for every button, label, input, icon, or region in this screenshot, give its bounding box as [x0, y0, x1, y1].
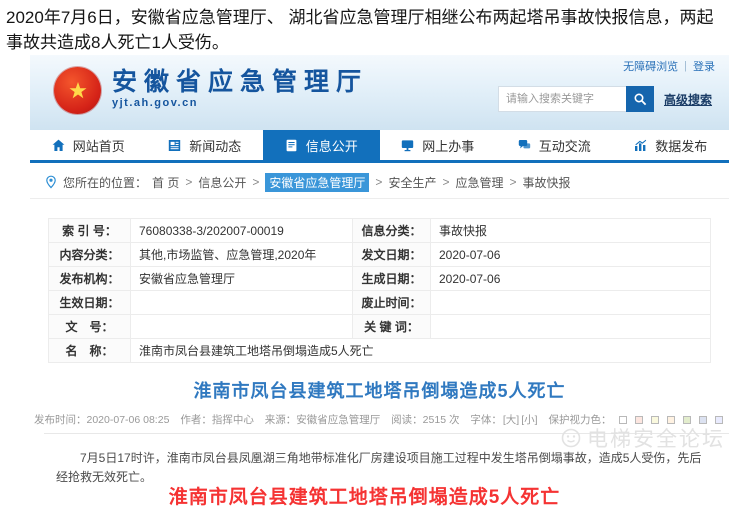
breadcrumb-info[interactable]: 信息公开 [198, 174, 246, 191]
nav-label: 数据发布 [655, 136, 707, 155]
search-icon [633, 92, 648, 107]
field-label: 生成日期： [353, 267, 431, 291]
info-doc-icon [285, 139, 298, 152]
nav-item-info-disclosure[interactable]: 信息公开 [263, 130, 380, 160]
nav-item-news[interactable]: 新闻动态 [147, 130, 264, 160]
red-caption: 淮南市凤台县建筑工地塔吊倒塌造成5人死亡 [0, 482, 729, 509]
field-label: 文 号： [49, 315, 131, 339]
site-header: 无障碍浏览 | 登录 安徽省应急管理厅 yjt.ah.gov.cn [30, 55, 729, 130]
field-label: 索 引 号： [49, 219, 131, 243]
chat-icon [518, 139, 531, 152]
nav-item-online-services[interactable]: 网上办事 [380, 130, 497, 160]
breadcrumb-separator: > [252, 175, 259, 189]
table-row: 发布机构： 安徽省应急管理厅 生成日期： 2020-07-06 [49, 267, 711, 291]
breadcrumb-department-highlight[interactable]: 安徽省应急管理厅 [265, 173, 369, 192]
field-label: 废止时间： [353, 291, 431, 315]
field-value: 2020-07-06 [431, 267, 711, 291]
news-icon [168, 139, 181, 152]
field-value [431, 315, 711, 339]
advanced-search-link[interactable]: 高级搜索 [664, 91, 712, 108]
field-value: 其他,市场监管、应急管理,2020年 [131, 243, 353, 267]
monitor-icon [401, 139, 414, 152]
article-title: 淮南市凤台县建筑工地塔吊倒塌造成5人死亡 [30, 377, 729, 403]
source: 来源：安徽省应急管理厅 [265, 414, 381, 426]
site-logo: 安徽省应急管理厅 yjt.ah.gov.cn [54, 67, 368, 114]
nav-item-data[interactable]: 数据发布 [613, 130, 729, 160]
home-icon [52, 139, 65, 152]
author: 作者：指挥中心 [180, 414, 254, 426]
intro-paragraph: 2020年7月6日，安徽省应急管理厅、 湖北省应急管理厅相继公布两起塔吊事故快报… [6, 5, 724, 55]
login-link[interactable]: 登录 [693, 58, 715, 74]
breadcrumb-safety[interactable]: 安全生产 [388, 174, 436, 191]
nav-label: 新闻动态 [189, 136, 241, 155]
site-title: 安徽省应急管理厅 [112, 67, 368, 97]
nav-item-home[interactable]: 网站首页 [30, 130, 147, 160]
field-label: 信息分类： [353, 219, 431, 243]
search-input[interactable] [498, 86, 626, 112]
breadcrumb-separator: > [375, 175, 382, 189]
breadcrumb: 您所在的位置： 首 页 > 信息公开 > 安徽省应急管理厅 > 安全生产 > 应… [30, 166, 729, 199]
table-row: 索 引 号： 76080338-3/202007-00019 信息分类： 事故快… [49, 219, 711, 243]
field-label: 关 键 词： [353, 315, 431, 339]
field-label: 发文日期： [353, 243, 431, 267]
nav-label: 网站首页 [73, 136, 125, 155]
nav-label: 信息公开 [306, 136, 358, 155]
publish-time: 发布时间：2020-07-06 08:25 [34, 414, 169, 426]
nav-label: 互动交流 [539, 136, 591, 155]
field-label: 内容分类： [49, 243, 131, 267]
breadcrumb-accident-report[interactable]: 事故快报 [523, 174, 571, 191]
main-nav: 网站首页 新闻动态 信息公开 网上办事 互动交流 [30, 130, 729, 163]
document-info-table: 索 引 号： 76080338-3/202007-00019 信息分类： 事故快… [48, 218, 711, 363]
breadcrumb-prefix: 您所在的位置： [63, 174, 147, 191]
site-url: yjt.ah.gov.cn [112, 97, 368, 109]
national-emblem-icon [54, 67, 101, 114]
watermark-logo-icon [559, 426, 583, 450]
topbar-divider: | [684, 60, 687, 72]
field-value [131, 315, 353, 339]
field-value [431, 291, 711, 315]
field-value [131, 291, 353, 315]
field-label: 名 称： [49, 339, 131, 363]
view-count: 阅读：2515 次 [391, 414, 459, 426]
field-value: 安徽省应急管理厅 [131, 267, 353, 291]
table-row: 生效日期： 废止时间： [49, 291, 711, 315]
breadcrumb-home[interactable]: 首 页 [152, 174, 179, 191]
topbar-links: 无障碍浏览 | 登录 [623, 58, 715, 74]
search-button[interactable] [626, 86, 654, 112]
field-label: 发布机构： [49, 267, 131, 291]
font-size-label: 字体： [470, 414, 502, 426]
font-small-button[interactable]: [小] [521, 414, 537, 426]
field-label: 生效日期： [49, 291, 131, 315]
breadcrumb-separator: > [442, 175, 449, 189]
table-row: 内容分类： 其他,市场监管、应急管理,2020年 发文日期： 2020-07-0… [49, 243, 711, 267]
field-value: 2020-07-06 [431, 243, 711, 267]
chart-icon [634, 139, 647, 152]
breadcrumb-emergency[interactable]: 应急管理 [455, 174, 503, 191]
breadcrumb-separator: > [185, 175, 192, 189]
location-pin-icon [44, 175, 58, 189]
search-bar: 高级搜索 [498, 86, 712, 112]
field-value: 事故快报 [431, 219, 711, 243]
breadcrumb-separator: > [509, 175, 516, 189]
accessibility-link[interactable]: 无障碍浏览 [623, 58, 678, 74]
nav-label: 网上办事 [422, 136, 474, 155]
site-title-block: 安徽省应急管理厅 yjt.ah.gov.cn [112, 67, 368, 109]
font-large-button[interactable]: [大] [503, 414, 519, 426]
field-value: 76080338-3/202007-00019 [131, 219, 353, 243]
website-screenshot: 无障碍浏览 | 登录 安徽省应急管理厅 yjt.ah.gov.cn [30, 55, 729, 518]
field-value: 淮南市凤台县建筑工地塔吊倒塌造成5人死亡 [131, 339, 711, 363]
nav-item-interaction[interactable]: 互动交流 [496, 130, 613, 160]
table-row: 文 号： 关 键 词： [49, 315, 711, 339]
table-row: 名 称： 淮南市凤台县建筑工地塔吊倒塌造成5人死亡 [49, 339, 711, 363]
